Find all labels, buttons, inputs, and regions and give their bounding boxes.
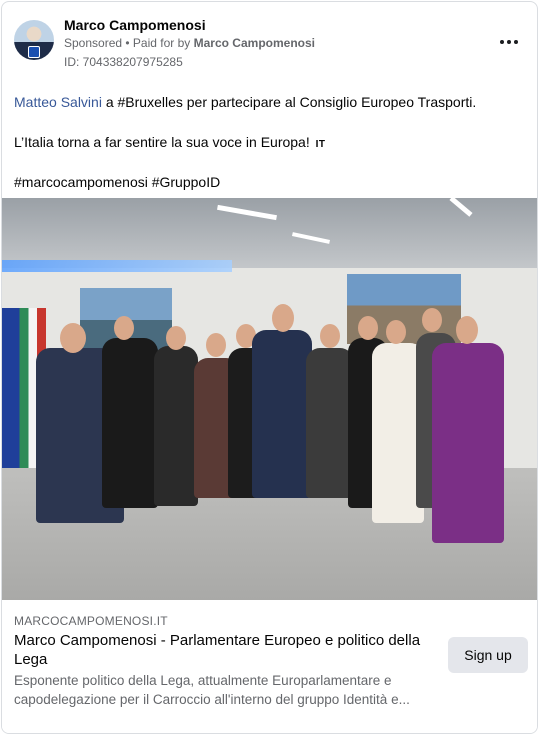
author-avatar[interactable] <box>14 20 54 60</box>
italy-flag-icon: IT <box>315 139 326 150</box>
sponsored-line: Sponsored • Paid for by Marco Campomenos… <box>64 36 315 50</box>
more-options-button[interactable] <box>495 30 523 54</box>
sign-up-button[interactable]: Sign up <box>448 637 528 673</box>
paid-for-name[interactable]: Marco Campomenosi <box>194 36 315 50</box>
mention-link[interactable]: Matteo Salvini <box>14 94 102 110</box>
message-line-2: L’Italia torna a far sentire la sua voce… <box>14 134 326 150</box>
more-horizontal-icon <box>500 40 504 44</box>
link-title[interactable]: Marco Campomenosi - Parlamentare Europeo… <box>14 631 444 669</box>
sponsored-post-card: Marco Campomenosi Sponsored • Paid for b… <box>1 1 538 734</box>
link-domain: MARCOCAMPOMENOSI.IT <box>14 614 168 628</box>
message-line-1: Matteo Salvini a #Bruxelles per partecip… <box>14 94 477 110</box>
sponsored-label[interactable]: Sponsored <box>64 36 122 50</box>
link-preview[interactable]: MARCOCAMPOMENOSI.IT Marco Campomenosi - … <box>2 600 537 733</box>
author-name[interactable]: Marco Campomenosi <box>64 17 206 33</box>
ad-id: ID: 704338207975285 <box>64 55 183 69</box>
post-header: Marco Campomenosi Sponsored • Paid for b… <box>2 2 537 80</box>
post-photo[interactable] <box>2 198 537 600</box>
hashtags[interactable]: #marcocampomenosi #GruppoID <box>14 173 220 192</box>
party-logo-icon <box>28 46 40 58</box>
link-description: Esponente politico della Lega, attualmen… <box>14 673 410 707</box>
meta-separator: • <box>122 36 133 50</box>
paid-for-prefix: Paid for by <box>132 36 194 50</box>
